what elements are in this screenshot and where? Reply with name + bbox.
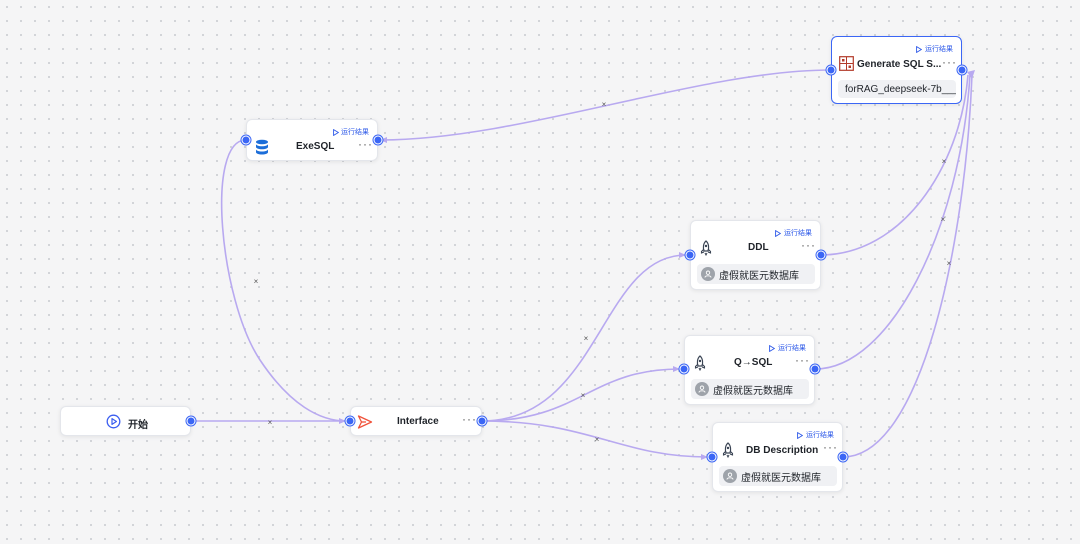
run-result-link[interactable]: 运行结果 [333, 127, 369, 137]
edge-delete-mark[interactable]: × [945, 260, 953, 268]
knowledge-base-chip[interactable]: 虚假就医元数据库 [697, 264, 815, 284]
rocket-icon [698, 239, 713, 256]
play-icon [769, 344, 775, 352]
input-handle[interactable] [679, 364, 689, 374]
llm-grid-icon [839, 56, 854, 71]
user-avatar-icon [701, 267, 715, 281]
node-exesql[interactable]: 运行结果 ExeSQL ··· [246, 119, 378, 161]
play-circle-icon [106, 414, 121, 429]
run-result-link[interactable]: 运行结果 [775, 228, 812, 238]
run-result-link[interactable]: 运行结果 [797, 430, 834, 440]
node-title: DDL [748, 242, 769, 253]
node-start[interactable]: 开始 [60, 406, 191, 436]
input-handle[interactable] [707, 452, 717, 462]
node-title: Generate SQL S... [857, 59, 942, 70]
more-button[interactable]: ··· [823, 441, 838, 453]
node-q-sql[interactable]: 运行结果 Q→SQL ··· 虚假就医元数据库 [684, 335, 815, 405]
input-handle[interactable] [241, 135, 251, 145]
output-handle[interactable] [838, 452, 848, 462]
more-button[interactable]: ··· [801, 239, 816, 251]
edge-delete-mark[interactable]: × [252, 278, 260, 286]
user-avatar-icon [723, 469, 737, 483]
output-handle[interactable] [373, 135, 383, 145]
input-handle[interactable] [685, 250, 695, 260]
more-button[interactable]: ··· [795, 354, 810, 366]
more-button[interactable]: ··· [462, 413, 477, 425]
send-icon [357, 414, 373, 430]
knowledge-base-chip[interactable]: 虚假就医元数据库 [719, 466, 837, 486]
edge-delete-mark[interactable]: × [579, 392, 587, 400]
edge-exesql-interface [220, 139, 347, 422]
play-icon [333, 128, 340, 137]
arrow-generate [967, 70, 975, 79]
node-title: DB Description [746, 445, 819, 456]
node-title: 开始 [128, 420, 148, 431]
rocket-icon [692, 354, 707, 371]
edge-delete-mark[interactable]: × [582, 335, 590, 343]
edge-delete-mark[interactable]: × [266, 419, 274, 427]
edge-delete-mark[interactable]: × [940, 158, 948, 166]
node-db-description[interactable]: 运行结果 DB Description ··· 虚假就医元数据库 [712, 422, 843, 492]
node-title: Interface [397, 416, 439, 427]
node-interface[interactable]: Interface ··· [350, 406, 482, 436]
edge-delete-mark[interactable]: × [600, 101, 608, 109]
run-result-link[interactable]: 运行结果 [916, 44, 953, 54]
edge-delete-mark[interactable]: × [593, 436, 601, 444]
user-avatar-icon [695, 382, 709, 396]
model-chip[interactable]: forRAG_deepseek-7b___C [838, 80, 956, 98]
play-icon [797, 431, 803, 439]
input-handle[interactable] [826, 65, 836, 75]
node-title: ExeSQL [296, 141, 335, 152]
edge-delete-mark[interactable]: × [939, 216, 947, 224]
model-name: forRAG_deepseek-7b___C [845, 83, 956, 95]
rocket-icon [720, 441, 735, 458]
more-button[interactable]: ··· [942, 56, 957, 68]
knowledge-base-name: 虚假就医元数据库 [741, 472, 821, 484]
output-handle[interactable] [816, 250, 826, 260]
output-handle[interactable] [477, 416, 487, 426]
output-handle[interactable] [186, 416, 196, 426]
output-handle[interactable] [957, 65, 967, 75]
node-title: Q→SQL [734, 357, 773, 368]
play-icon [916, 45, 922, 53]
knowledge-base-chip[interactable]: 虚假就医元数据库 [691, 379, 809, 399]
more-button[interactable]: ··· [358, 138, 373, 150]
node-ddl[interactable]: 运行结果 DDL ··· 虚假就医元数据库 [690, 220, 821, 290]
play-icon [775, 229, 781, 237]
output-handle[interactable] [810, 364, 820, 374]
run-result-link[interactable]: 运行结果 [769, 343, 806, 353]
knowledge-base-name: 虚假就医元数据库 [713, 385, 793, 397]
node-generate-sql[interactable]: 运行结果 Generate SQL S... ··· forRAG_deepse… [831, 36, 962, 104]
knowledge-base-name: 虚假就医元数据库 [719, 270, 799, 282]
database-icon [254, 138, 270, 156]
input-handle[interactable] [345, 416, 355, 426]
